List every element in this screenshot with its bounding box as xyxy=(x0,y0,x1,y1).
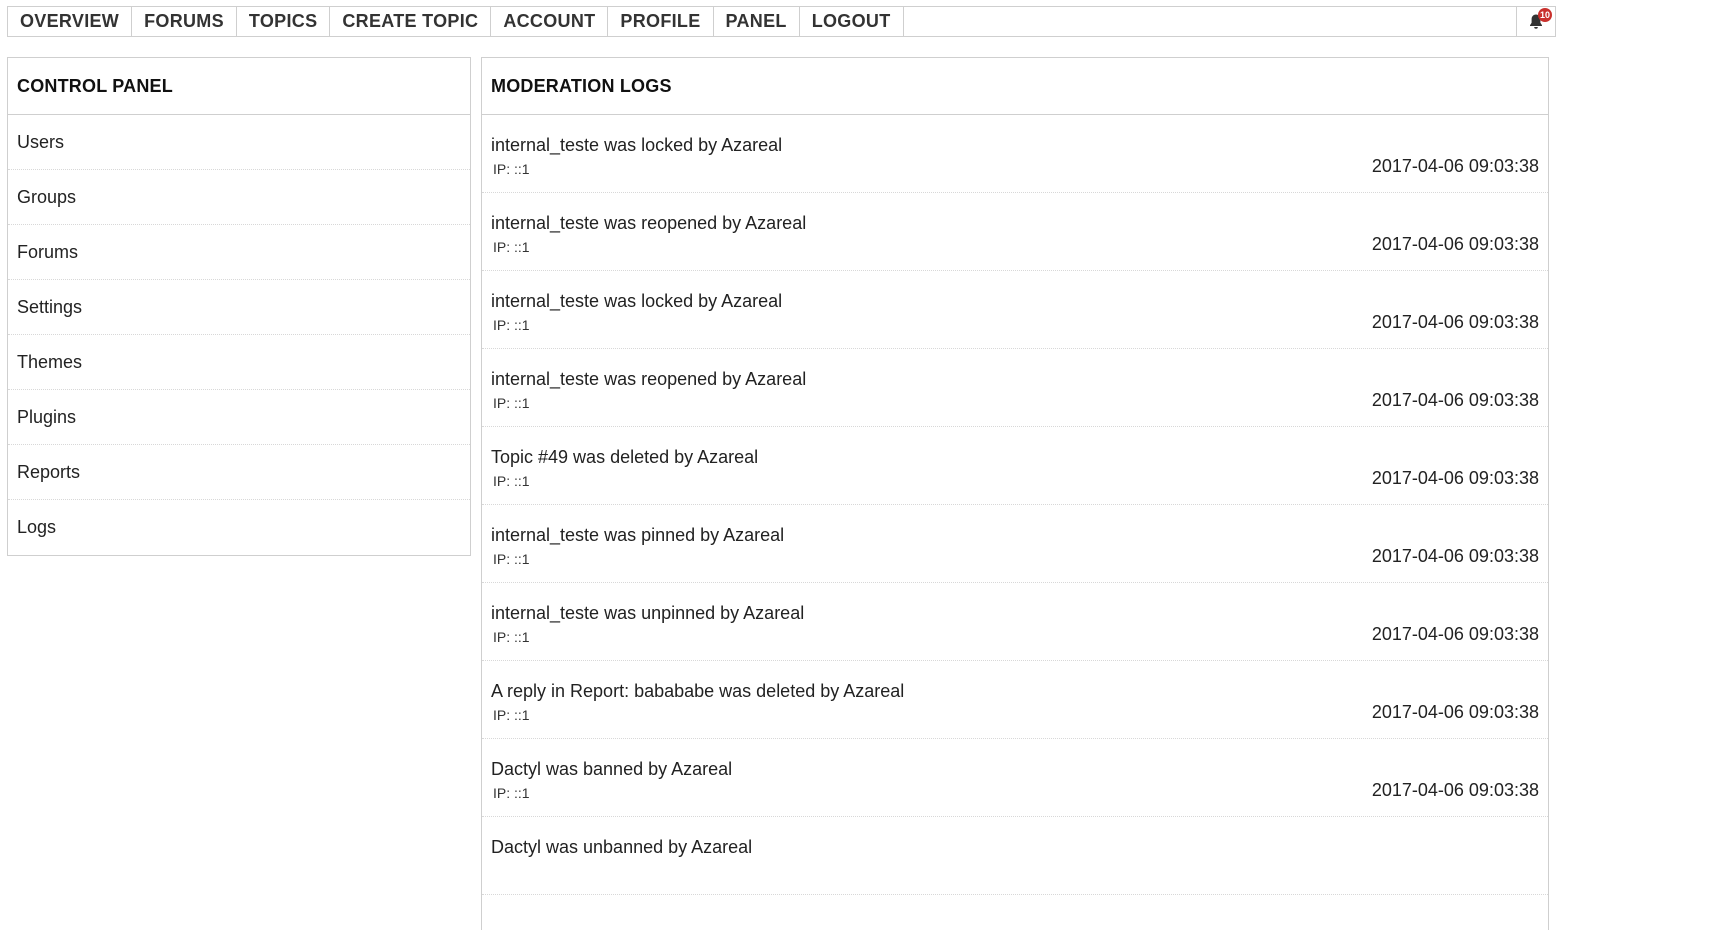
log-timestamp: 2017-04-06 09:03:38 xyxy=(1371,234,1539,254)
control-panel: CONTROL PANEL Users Groups Forums Settin… xyxy=(7,57,471,556)
log-timestamp: 2017-04-06 09:03:38 xyxy=(1371,546,1539,566)
log-ip-label: IP: xyxy=(493,629,515,645)
log-ip-label: IP: xyxy=(493,473,515,489)
log-row: internal_teste was pinned by Azareal IP:… xyxy=(482,505,1548,583)
log-action: Topic #49 was deleted by Azareal xyxy=(491,447,759,467)
log-action: internal_teste was locked by Azareal xyxy=(491,135,783,155)
log-row: internal_teste was reopened by Azareal I… xyxy=(482,349,1548,427)
log-ip: IP: ::1 xyxy=(493,161,530,177)
log-ip-value: ::1 xyxy=(514,395,530,411)
log-ip-label: IP: xyxy=(493,395,515,411)
log-timestamp: 2017-04-06 09:03:38 xyxy=(1371,156,1539,176)
panel-item-reports[interactable]: Reports xyxy=(8,445,470,500)
log-timestamp: 2017-04-06 09:03:38 xyxy=(1371,624,1539,644)
log-ip-value: ::1 xyxy=(514,473,530,489)
log-action: internal_teste was reopened by Azareal xyxy=(491,213,807,233)
log-timestamp: 2017-04-06 09:03:38 xyxy=(1371,702,1539,722)
log-ip-value: ::1 xyxy=(514,161,530,177)
log-ip-label: IP: xyxy=(493,161,515,177)
log-ip-label: IP: xyxy=(493,785,515,801)
log-ip-label: IP: xyxy=(493,707,515,723)
nav-profile[interactable]: PROFILE xyxy=(608,7,714,36)
log-ip-value: ::1 xyxy=(514,629,530,645)
nav-panel[interactable]: PANEL xyxy=(714,7,800,36)
log-ip: IP: ::1 xyxy=(493,707,530,723)
page: OVERVIEW FORUMS TOPICS CREATE TOPIC ACCO… xyxy=(0,0,1710,930)
log-timestamp: 2017-04-06 09:03:38 xyxy=(1371,312,1539,332)
panel-item-settings[interactable]: Settings xyxy=(8,280,470,335)
log-action: A reply in Report: babababe was deleted … xyxy=(491,681,905,701)
log-timestamp: 2017-04-06 09:03:38 xyxy=(1371,780,1539,800)
log-row: Dactyl was banned by Azareal IP: ::1 201… xyxy=(482,739,1548,817)
main-nav: OVERVIEW FORUMS TOPICS CREATE TOPIC ACCO… xyxy=(7,6,1556,37)
notifications-button[interactable]: 10 xyxy=(1516,7,1555,36)
log-ip-value: ::1 xyxy=(514,317,530,333)
panel-item-themes[interactable]: Themes xyxy=(8,335,470,390)
log-row: internal_teste was locked by Azareal IP:… xyxy=(482,115,1548,193)
log-timestamp: 2017-04-06 09:03:38 xyxy=(1371,468,1539,488)
nav-account[interactable]: ACCOUNT xyxy=(491,7,609,36)
log-ip-label: IP: xyxy=(493,551,515,567)
log-ip-value: ::1 xyxy=(514,239,530,255)
log-ip-value: ::1 xyxy=(514,707,530,723)
log-row: Dactyl was unbanned by Azareal xyxy=(482,817,1548,895)
nav-forums[interactable]: FORUMS xyxy=(132,7,237,36)
log-action: internal_teste was locked by Azareal xyxy=(491,291,783,311)
nav-logout[interactable]: LOGOUT xyxy=(800,7,904,36)
nav-create-topic[interactable]: CREATE TOPIC xyxy=(330,7,492,36)
log-ip: IP: ::1 xyxy=(493,473,530,489)
log-ip-label: IP: xyxy=(493,317,515,333)
log-row: internal_teste was reopened by Azareal I… xyxy=(482,193,1548,271)
log-row: internal_teste was locked by Azareal IP:… xyxy=(482,271,1548,349)
nav-topics[interactable]: TOPICS xyxy=(237,7,331,36)
log-action: internal_teste was unpinned by Azareal xyxy=(491,603,805,623)
panel-item-logs[interactable]: Logs xyxy=(8,500,470,555)
log-action: Dactyl was unbanned by Azareal xyxy=(491,837,753,857)
log-action: internal_teste was reopened by Azareal xyxy=(491,369,807,389)
log-row: A reply in Report: babababe was deleted … xyxy=(482,661,1548,739)
moderation-logs: MODERATION LOGS internal_teste was locke… xyxy=(481,57,1549,930)
panel-item-users[interactable]: Users xyxy=(8,115,470,170)
log-ip: IP: ::1 xyxy=(493,395,530,411)
panel-item-forums[interactable]: Forums xyxy=(8,225,470,280)
log-row: internal_teste was unpinned by Azareal I… xyxy=(482,583,1548,661)
notification-count-badge: 10 xyxy=(1538,8,1552,22)
panel-item-plugins[interactable]: Plugins xyxy=(8,390,470,445)
control-panel-title: CONTROL PANEL xyxy=(8,58,470,115)
log-ip-label: IP: xyxy=(493,239,515,255)
log-ip: IP: ::1 xyxy=(493,785,530,801)
log-row: Topic #49 was deleted by Azareal IP: ::1… xyxy=(482,427,1548,505)
log-action: Dactyl was banned by Azareal xyxy=(491,759,733,779)
log-action: internal_teste was pinned by Azareal xyxy=(491,525,785,545)
log-ip: IP: ::1 xyxy=(493,629,530,645)
log-ip-value: ::1 xyxy=(514,551,530,567)
log-ip: IP: ::1 xyxy=(493,317,530,333)
log-ip: IP: ::1 xyxy=(493,239,530,255)
nav-overview[interactable]: OVERVIEW xyxy=(8,7,133,36)
moderation-logs-title: MODERATION LOGS xyxy=(482,58,1548,115)
log-ip-value: ::1 xyxy=(514,785,530,801)
panel-item-groups[interactable]: Groups xyxy=(8,170,470,225)
log-ip: IP: ::1 xyxy=(493,551,530,567)
log-timestamp: 2017-04-06 09:03:38 xyxy=(1371,390,1539,410)
